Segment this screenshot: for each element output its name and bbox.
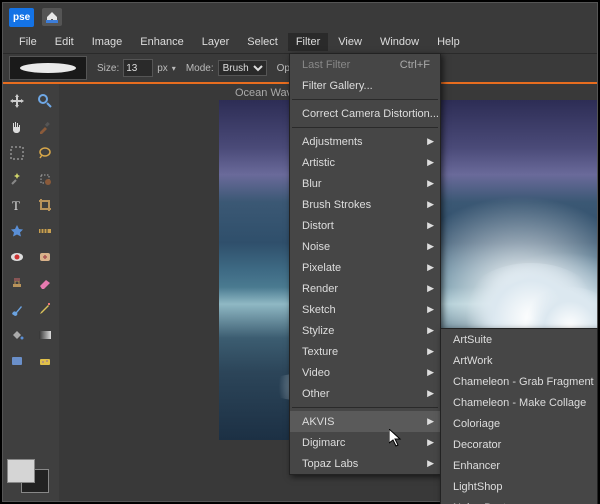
- submenu-artwork[interactable]: ArtWork: [441, 350, 597, 371]
- submenu-arrow-icon: ▶: [427, 157, 434, 168]
- menuitem-noise[interactable]: Noise▶: [290, 236, 440, 257]
- pencil-tool[interactable]: [31, 296, 59, 322]
- menu-layer[interactable]: Layer: [194, 33, 238, 51]
- submenu-enhancer[interactable]: Enhancer: [441, 455, 597, 476]
- menuitem-other[interactable]: Other▶: [290, 383, 440, 404]
- svg-text:T: T: [12, 198, 20, 212]
- straighten-tool[interactable]: [31, 218, 59, 244]
- eraser-tool[interactable]: [31, 270, 59, 296]
- menuitem-camera-distortion[interactable]: Correct Camera Distortion...: [290, 103, 440, 124]
- submenu-arrow-icon: ▶: [427, 241, 434, 252]
- submenu-chameleon-collage[interactable]: Chameleon - Make Collage: [441, 392, 597, 413]
- size-dropdown-icon[interactable]: ▾: [172, 64, 176, 73]
- menuitem-akvis[interactable]: AKVIS▶: [290, 411, 440, 432]
- size-unit: px: [157, 63, 168, 74]
- menuitem-digimarc[interactable]: Digimarc▶: [290, 432, 440, 453]
- submenu-arrow-icon: ▶: [427, 367, 434, 378]
- menuitem-last-filter: Last Filter Ctrl+F: [290, 54, 440, 75]
- menu-image[interactable]: Image: [84, 33, 131, 51]
- brush-preview[interactable]: [9, 56, 87, 80]
- menuitem-texture[interactable]: Texture▶: [290, 341, 440, 362]
- submenu-decorator[interactable]: Decorator: [441, 434, 597, 455]
- menuitem-sketch[interactable]: Sketch▶: [290, 299, 440, 320]
- lasso-tool[interactable]: [31, 140, 59, 166]
- foreground-color[interactable]: [7, 459, 35, 483]
- app-logo: pse: [9, 8, 34, 27]
- color-swatches: [7, 459, 51, 495]
- menuitem-adjustments[interactable]: Adjustments▶: [290, 131, 440, 152]
- move-tool[interactable]: [3, 88, 31, 114]
- marquee-tool[interactable]: [3, 140, 31, 166]
- menu-filter[interactable]: Filter: [288, 33, 328, 51]
- sponge-tool[interactable]: [31, 348, 59, 374]
- selection-brush-tool[interactable]: [31, 166, 59, 192]
- menuitem-topaz-labs[interactable]: Topaz Labs▶: [290, 453, 440, 474]
- mode-select[interactable]: Brush: [218, 60, 267, 76]
- size-label: Size:: [97, 63, 119, 74]
- menu-enhance[interactable]: Enhance: [132, 33, 191, 51]
- menu-help[interactable]: Help: [429, 33, 468, 51]
- submenu-arrow-icon: ▶: [427, 178, 434, 189]
- eyedropper-tool[interactable]: [31, 114, 59, 140]
- submenu-arrow-icon: ▶: [427, 388, 434, 399]
- menuitem-stylize[interactable]: Stylize▶: [290, 320, 440, 341]
- submenu-coloriage[interactable]: Coloriage: [441, 413, 597, 434]
- submenu-chameleon-grab[interactable]: Chameleon - Grab Fragment: [441, 371, 597, 392]
- menuitem-render[interactable]: Render▶: [290, 278, 440, 299]
- home-icon[interactable]: [42, 8, 62, 26]
- menuitem-brush-strokes[interactable]: Brush Strokes▶: [290, 194, 440, 215]
- menu-window[interactable]: Window: [372, 33, 427, 51]
- submenu-lightshop[interactable]: LightShop: [441, 476, 597, 497]
- cookie-cutter-tool[interactable]: [3, 218, 31, 244]
- menu-file[interactable]: File: [11, 33, 45, 51]
- submenu-arrow-icon: ▶: [427, 325, 434, 336]
- hand-tool[interactable]: [3, 114, 31, 140]
- wand-tool[interactable]: [3, 166, 31, 192]
- menu-separator: [292, 127, 438, 128]
- shape-tool[interactable]: [3, 348, 31, 374]
- mode-label: Mode:: [186, 63, 214, 74]
- type-tool[interactable]: T: [3, 192, 31, 218]
- submenu-arrow-icon: ▶: [427, 262, 434, 273]
- menuitem-blur[interactable]: Blur▶: [290, 173, 440, 194]
- submenu-arrow-icon: ▶: [427, 458, 434, 469]
- clone-stamp-tool[interactable]: [3, 270, 31, 296]
- menu-bar: File Edit Image Enhance Layer Select Fil…: [3, 31, 597, 53]
- submenu-artsuite[interactable]: ArtSuite: [441, 329, 597, 350]
- bucket-tool[interactable]: [3, 322, 31, 348]
- menu-separator: [292, 99, 438, 100]
- healing-brush-tool[interactable]: [31, 244, 59, 270]
- akvis-submenu: ArtSuite ArtWork Chameleon - Grab Fragme…: [440, 328, 598, 504]
- toolbox: T: [3, 84, 59, 501]
- submenu-arrow-icon: ▶: [427, 220, 434, 231]
- menuitem-artistic[interactable]: Artistic▶: [290, 152, 440, 173]
- brush-tool[interactable]: [3, 296, 31, 322]
- menu-view[interactable]: View: [330, 33, 370, 51]
- zoom-tool[interactable]: [31, 88, 59, 114]
- submenu-arrow-icon: ▶: [427, 199, 434, 210]
- submenu-arrow-icon: ▶: [427, 136, 434, 147]
- submenu-arrow-icon: ▶: [427, 304, 434, 315]
- submenu-noise-buster[interactable]: Noise Buster: [441, 497, 597, 504]
- submenu-arrow-icon: ▶: [427, 346, 434, 357]
- menu-separator: [292, 407, 438, 408]
- menuitem-pixelate[interactable]: Pixelate▶: [290, 257, 440, 278]
- menuitem-video[interactable]: Video▶: [290, 362, 440, 383]
- menu-select[interactable]: Select: [239, 33, 286, 51]
- menuitem-distort[interactable]: Distort▶: [290, 215, 440, 236]
- gradient-tool[interactable]: [31, 322, 59, 348]
- submenu-arrow-icon: ▶: [427, 437, 434, 448]
- shortcut-text: Ctrl+F: [400, 59, 430, 71]
- menuitem-filter-gallery[interactable]: Filter Gallery...: [290, 75, 440, 96]
- title-bar: pse: [3, 3, 597, 31]
- submenu-arrow-icon: ▶: [427, 416, 434, 427]
- redeye-tool[interactable]: [3, 244, 31, 270]
- crop-tool[interactable]: [31, 192, 59, 218]
- size-input[interactable]: [123, 59, 153, 77]
- filter-menu: Last Filter Ctrl+F Filter Gallery... Cor…: [289, 53, 441, 475]
- submenu-arrow-icon: ▶: [427, 283, 434, 294]
- menu-edit[interactable]: Edit: [47, 33, 82, 51]
